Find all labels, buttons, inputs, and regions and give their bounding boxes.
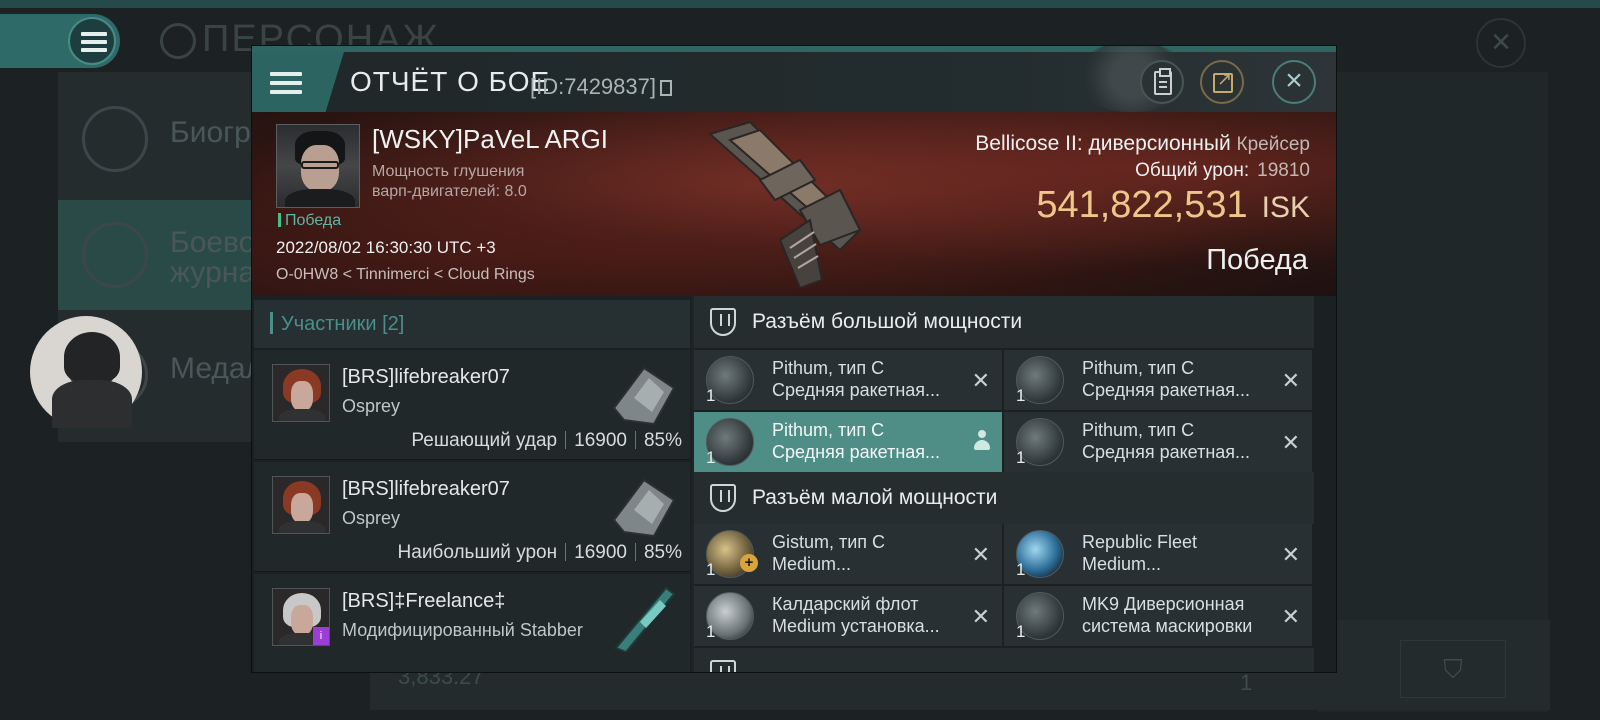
remove-icon[interactable]: ✕: [972, 542, 990, 568]
background-menu-ring: [68, 17, 116, 65]
participant-row[interactable]: [BRS]lifebreaker07 Osprey Наибольший уро…: [254, 462, 690, 572]
menu-icon: [270, 72, 302, 94]
clipboard-icon: [1154, 68, 1172, 95]
participant-portrait: [272, 476, 330, 534]
player-avatar[interactable]: [30, 316, 142, 428]
dialog-title: ОТЧЁТ О БОЕ: [350, 66, 551, 97]
menu-icon: [81, 32, 107, 52]
participants-panel: Участники [2] [BRS]lifebreaker07 Osprey …: [252, 296, 692, 672]
combat-report-dialog: ОТЧЁТ О БОЕ [ID:7429837] × [WSKY]PaVeL A…: [252, 46, 1336, 672]
participant-stats: Наибольший урон 16900 85%: [397, 542, 682, 563]
kill-result: Победа: [1206, 244, 1308, 276]
module-slot[interactable]: 1 MK9 Диверсионная система маскировки ✕: [1004, 586, 1312, 646]
kill-datetime: 2022/08/02 16:30:30 UTC +3: [276, 238, 496, 257]
participant-stats: Решающий удар 16900 85%: [411, 430, 682, 451]
module-slot[interactable]: 1 Pithum, тип C Средняя ракетная... ✕: [1004, 412, 1312, 472]
next-slot-header: [694, 648, 1314, 672]
participant-ship: Osprey: [342, 396, 401, 416]
participant-name: [BRS]‡Freelance‡: [342, 590, 506, 612]
remove-icon[interactable]: ✕: [1282, 604, 1300, 630]
remove-icon[interactable]: ✕: [1282, 430, 1300, 456]
kill-location[interactable]: O-0HW8 < Tinnimerci < Cloud Rings: [276, 266, 535, 284]
plus-icon: +: [740, 554, 758, 572]
participant-ship-icon: [612, 478, 676, 538]
participant-name: [BRS]lifebreaker07: [342, 366, 510, 388]
isk-value: 541,822,531 ISK: [1036, 184, 1310, 226]
person-icon[interactable]: [974, 430, 990, 452]
shield-slot-icon: [710, 660, 736, 672]
module-slot[interactable]: 1 Pithum, тип C Средняя ракетная... ✕: [694, 350, 1002, 410]
report-id[interactable]: [ID:7429837]: [530, 74, 672, 100]
participant-ship: Модифицированный Stabber: [342, 620, 583, 640]
background-menu-button[interactable]: [0, 14, 120, 68]
module-slot[interactable]: + 1 Gistum, тип C Medium... ✕: [694, 524, 1002, 584]
ship-render[interactable]: [690, 120, 880, 292]
character-logo-icon: [160, 22, 196, 59]
filter-icon[interactable]: ⛉: [1400, 640, 1506, 698]
close-icon: ×: [1285, 64, 1303, 97]
faction-badge-icon: i: [313, 627, 329, 645]
share-icon: [1213, 69, 1233, 93]
background-right-panel: [1318, 72, 1548, 712]
warp-scramble-strength: Мощность глушения варп-двигателей: 8.0: [372, 163, 527, 200]
shield-slot-icon: [710, 484, 736, 512]
high-slot-header: Разъём большой мощности: [694, 296, 1314, 348]
participant-portrait: i: [272, 588, 330, 646]
clipboard-button[interactable]: [1140, 60, 1184, 104]
remove-icon[interactable]: ✕: [972, 368, 990, 394]
participant-ship-icon: [614, 586, 676, 652]
total-damage: Общий урон: 19810: [1135, 160, 1310, 181]
background-top-bar: [0, 0, 1600, 8]
module-slot[interactable]: 1 Калдарский флот Medium установка... ✕: [694, 586, 1002, 646]
module-slot-selected[interactable]: 1 Pithum, тип C Средняя ракетная...: [694, 412, 1002, 472]
participant-row[interactable]: [BRS]lifebreaker07 Osprey Решающий удар 1…: [254, 350, 690, 460]
close-button[interactable]: ×: [1272, 60, 1316, 104]
low-slot-header: Разъём малой мощности: [694, 472, 1314, 524]
module-slot[interactable]: 1 Republic Fleet Medium... ✕: [1004, 524, 1312, 584]
participant-ship-icon: [612, 366, 676, 426]
remove-icon[interactable]: ✕: [1282, 542, 1300, 568]
participant-ship: Osprey: [342, 508, 401, 528]
module-slot[interactable]: 1 Pithum, тип C Средняя ракетная... ✕: [1004, 350, 1312, 410]
pilot-portrait[interactable]: [276, 124, 360, 208]
remove-icon[interactable]: ✕: [972, 604, 990, 630]
pilot-name[interactable]: [WSKY]PaVeL ARGI: [372, 124, 608, 155]
background-page-number: 1: [1240, 670, 1253, 695]
biography-icon: [82, 106, 148, 172]
background-close-icon[interactable]: ×: [1476, 18, 1526, 68]
ship-name[interactable]: Bellicose II: диверсионный Крейсер: [975, 132, 1310, 156]
participants-header[interactable]: Участники [2]: [254, 300, 690, 348]
copy-icon[interactable]: [659, 80, 672, 96]
result-tag: Победа: [278, 212, 341, 230]
kill-summary-banner: [WSKY]PaVeL ARGI Мощность глушения варп-…: [252, 112, 1336, 296]
dialog-header: ОТЧЁТ О БОЕ [ID:7429837] ×: [252, 46, 1336, 112]
participant-name: [BRS]lifebreaker07: [342, 478, 510, 500]
share-button[interactable]: [1200, 60, 1244, 104]
fitting-panel: Разъём большой мощности 1 Pithum, тип C …: [694, 296, 1336, 672]
dialog-menu-button[interactable]: [252, 52, 344, 112]
shield-slot-icon: [710, 308, 736, 336]
participant-portrait: [272, 364, 330, 422]
swords-icon: [82, 222, 148, 288]
participant-row[interactable]: i [BRS]‡Freelance‡ Модифицированный Stab…: [254, 574, 690, 672]
remove-icon[interactable]: ✕: [1282, 368, 1300, 394]
